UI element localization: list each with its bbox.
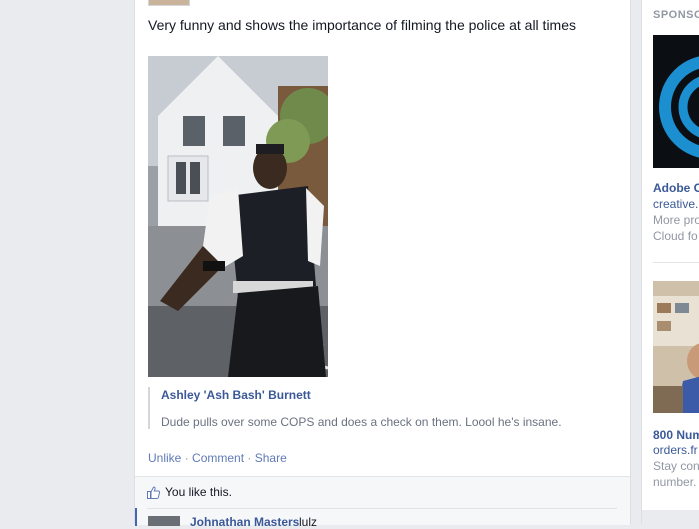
- adobe-cc-logo: [653, 35, 699, 168]
- ad-title[interactable]: Adobe C: [653, 181, 699, 195]
- share-link[interactable]: Share: [255, 451, 287, 465]
- ad-title[interactable]: 800 Num: [653, 428, 699, 442]
- office-photo: [653, 281, 699, 413]
- ad-image-adobe[interactable]: [653, 35, 699, 168]
- ad-link[interactable]: orders.fr: [653, 443, 698, 457]
- ad-image-800[interactable]: [653, 281, 699, 413]
- action-separator: ·: [184, 451, 189, 465]
- feed-post: Very funny and shows the importance of f…: [134, 0, 632, 529]
- comment-text: lulz: [299, 515, 318, 529]
- comment-row: Johnathan Masters lulz: [135, 508, 632, 529]
- link-description: Dude pulls over some COPS and does a che…: [161, 415, 562, 429]
- ad-link[interactable]: creative.: [653, 197, 698, 211]
- post-text: Very funny and shows the importance of f…: [148, 17, 576, 33]
- sidebar-bottom: [642, 510, 699, 524]
- author-avatar[interactable]: [148, 0, 190, 6]
- like-summary: You like this.: [147, 485, 232, 499]
- comment-author[interactable]: Johnathan Masters: [190, 515, 299, 529]
- ad-body: number.: [653, 475, 697, 489]
- link-title[interactable]: Ashley 'Ash Bash' Burnett: [161, 388, 311, 402]
- commenter-avatar[interactable]: [148, 516, 180, 526]
- sponsored-sidebar: SPONSO Adobe C creative. More pro Cloud …: [641, 0, 699, 524]
- ad-body: Stay con: [653, 459, 699, 473]
- police-officer-photo: [148, 56, 328, 377]
- unlike-link[interactable]: Unlike: [148, 451, 181, 465]
- likes-text: You like this.: [165, 485, 232, 499]
- link-preview[interactable]: Ashley 'Ash Bash' Burnett Dude pulls ove…: [148, 387, 620, 429]
- comment-link[interactable]: Comment: [192, 451, 244, 465]
- feedback-section: You like this. Johnathan Masters lulz: [135, 476, 632, 529]
- divider: [653, 262, 699, 263]
- thumbs-up-icon: [147, 486, 160, 499]
- video-thumbnail[interactable]: [148, 56, 328, 377]
- ad-body: Cloud fo: [653, 229, 698, 243]
- left-gutter: [0, 0, 134, 524]
- ad-body: More pro: [653, 213, 699, 227]
- action-separator: ·: [247, 451, 252, 465]
- post-actions: Unlike · Comment · Share: [148, 451, 287, 465]
- sponsored-heading: SPONSO: [653, 9, 699, 21]
